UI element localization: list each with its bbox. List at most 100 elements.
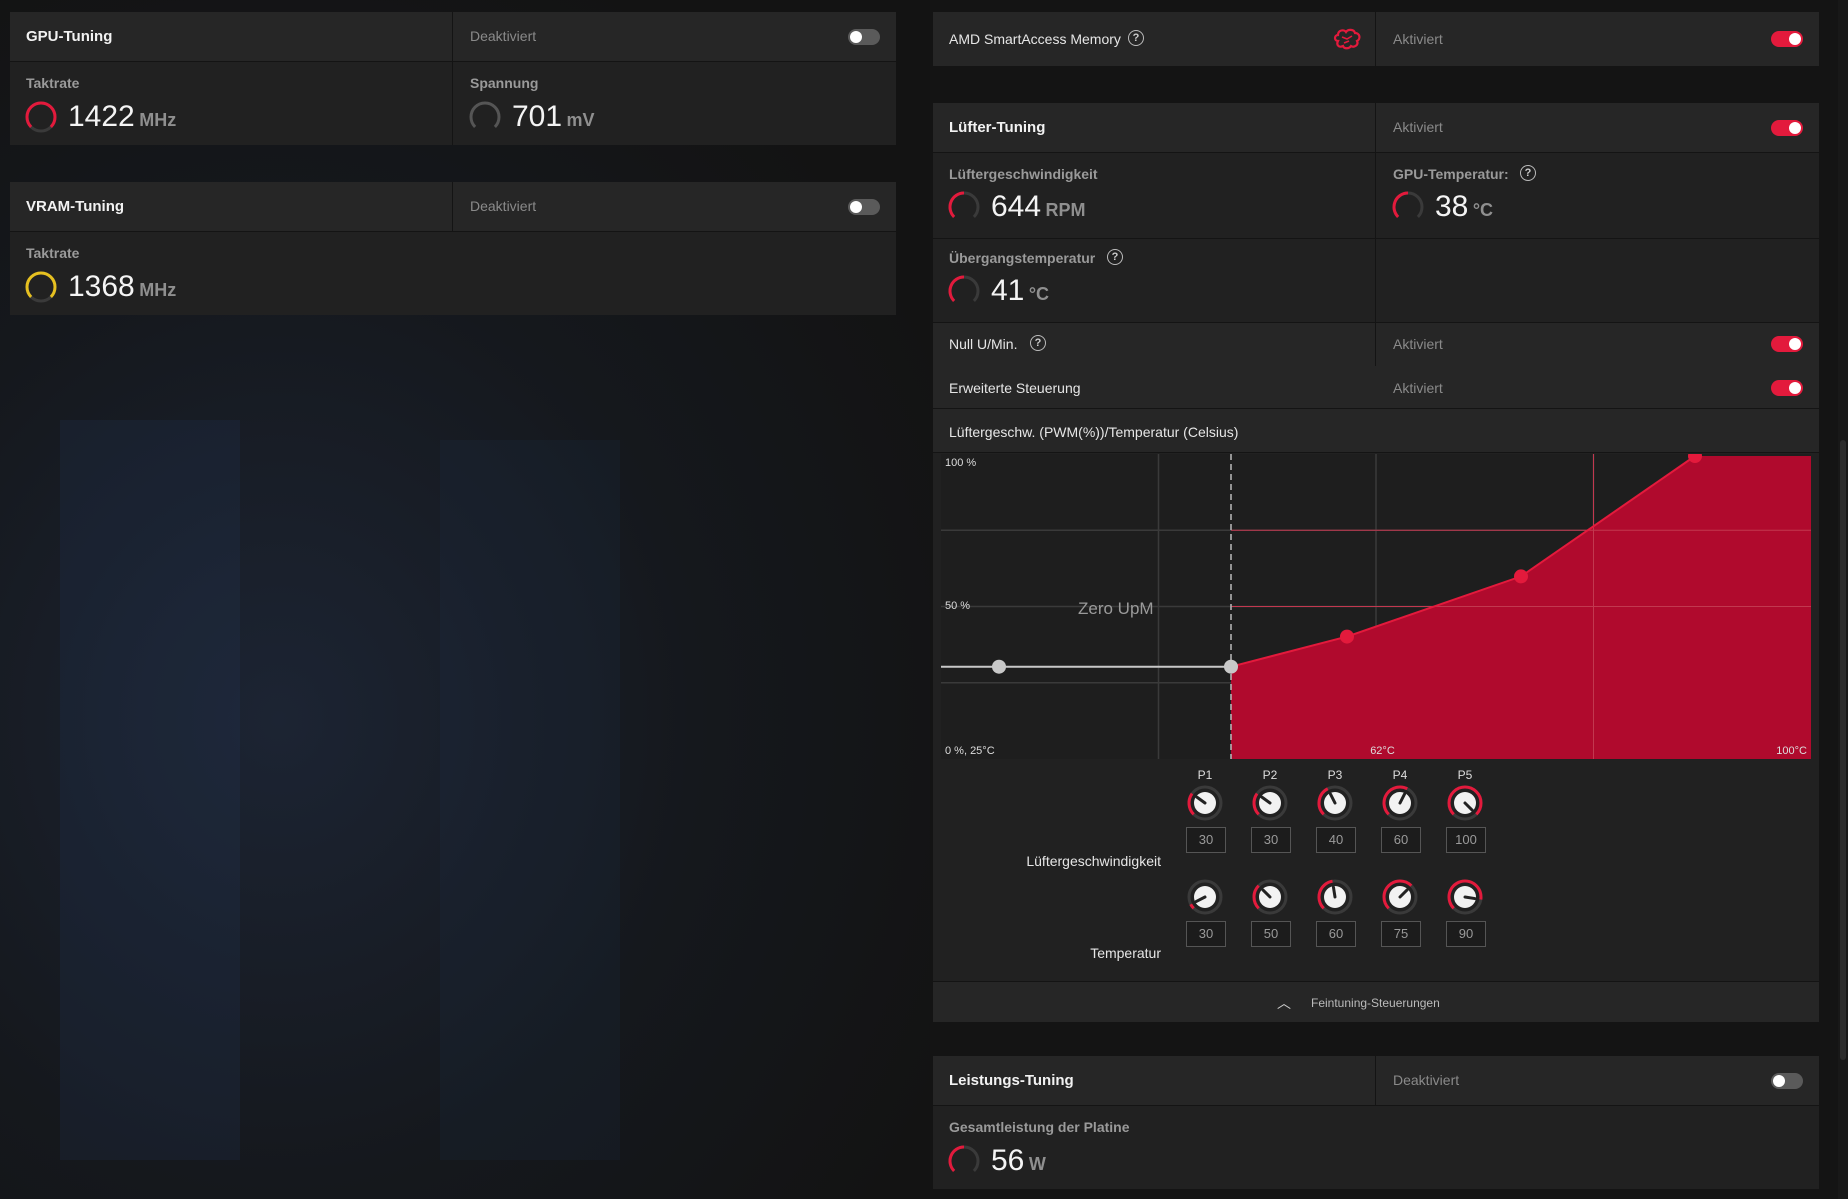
gpu-temperature-help-icon[interactable]: ? [1520, 165, 1536, 181]
scrollbar-track[interactable] [1838, 0, 1848, 1199]
power-tuning-toggle[interactable] [1771, 1073, 1803, 1089]
gpu-tuning-title: GPU-Tuning [26, 28, 113, 45]
temperature-knob-p2[interactable] [1250, 877, 1290, 917]
board-power-readout: 56 W [991, 1144, 1046, 1178]
zero-rpm-annotation: Zero UpM [1078, 599, 1154, 618]
temperature-input-p3[interactable]: 60 [1316, 921, 1356, 947]
smart-access-memory-title: AMD SmartAccess Memory [949, 31, 1121, 47]
gpu-clock-readout: 1422 MHz [68, 100, 176, 134]
gpu-temperature-value: 38 [1435, 190, 1469, 223]
fan-speed-input-p4[interactable]: 60 [1381, 827, 1421, 853]
fan-speed-input-p1[interactable]: 30 [1186, 827, 1226, 853]
board-power-unit: W [1028, 1154, 1046, 1174]
temperature-knob-p3[interactable] [1315, 877, 1355, 917]
scrollbar-thumb[interactable] [1840, 440, 1846, 1060]
board-power-value: 56 [991, 1144, 1025, 1177]
zero-rpm-help-icon[interactable]: ? [1030, 335, 1046, 351]
fan-speed-input-p3[interactable]: 40 [1316, 827, 1356, 853]
fan-curve-point-controls: Lüftergeschwindigkeit Temperatur P1 30 30 P… [933, 763, 1819, 969]
x-tick-label-62: 62°C [1370, 745, 1395, 757]
temperature-row-label: Temperatur [1090, 945, 1161, 961]
gpu-clock-value: 1422 [68, 100, 135, 133]
fan-tuning-toggle[interactable] [1771, 120, 1803, 136]
point-label-p3: P3 [1327, 768, 1343, 782]
fan-speed-knob-p2[interactable] [1250, 783, 1290, 823]
fan-curve-chart[interactable]: 100 % 50 % 0 %, 25°C 62°C 100°C Zero UpM [941, 454, 1811, 759]
y-tick-label-50: 50 % [945, 600, 970, 612]
fan-speed-row-label: Lüftergeschwindigkeit [1026, 853, 1161, 869]
gpu-temperature-unit: °C [1472, 200, 1494, 220]
chevron-up-icon[interactable]: ︿ [1277, 993, 1291, 1013]
zero-rpm-row [933, 322, 1819, 367]
power-tuning-panel: Leistungs-Tuning Deaktiviert Gesamtleist… [933, 1056, 1819, 1189]
advanced-control-toggle[interactable] [1771, 380, 1803, 396]
vram-clock-label: Taktrate [26, 245, 80, 261]
temperature-knob-p1[interactable] [1185, 877, 1225, 917]
point-label-p1: P1 [1197, 768, 1213, 782]
amd-brain-icon [1333, 28, 1361, 50]
temperature-input-p2[interactable]: 50 [1251, 921, 1291, 947]
gpu-temperature-gauge-icon [1392, 191, 1424, 218]
gpu-voltage-gauge-icon [469, 101, 501, 128]
fan-tuning-status: Aktiviert [1393, 119, 1443, 135]
temperature-input-p5[interactable]: 90 [1446, 921, 1486, 947]
fan-speed-input-p5[interactable]: 100 [1446, 827, 1486, 853]
fan-speed-input-p2[interactable]: 30 [1251, 827, 1291, 853]
junction-temperature-help-icon[interactable]: ? [1107, 249, 1123, 265]
vram-tuning-title: VRAM-Tuning [26, 198, 125, 215]
gpu-tuning-toggle[interactable] [848, 29, 880, 45]
fan-curve-point-p3[interactable] [1340, 629, 1354, 644]
gpu-clock-gauge-icon [25, 101, 57, 133]
gpu-voltage-unit: mV [566, 110, 595, 130]
fan-curve-point-p1[interactable] [992, 659, 1006, 674]
junction-temperature-unit: °C [1028, 284, 1050, 304]
zero-rpm-status: Aktiviert [1393, 336, 1443, 352]
gpu-tuning-panel: GPU-Tuning Deaktiviert Taktrate 1422 MHz… [10, 12, 896, 145]
gpu-tuning-status: Deaktiviert [470, 28, 537, 44]
background-decoration [440, 440, 620, 1160]
fan-curve-point-p2[interactable] [1224, 659, 1238, 674]
vram-clock-gauge-icon [25, 271, 57, 303]
fan-tuning-panel: Lüfter-Tuning Aktiviert Lüftergeschwindi… [933, 103, 1819, 1022]
smart-access-memory-panel: AMD SmartAccess Memory ? Aktiviert [933, 12, 1819, 66]
fan-tuning-title: Lüfter-Tuning [949, 119, 1046, 136]
vram-tuning-header [10, 182, 896, 232]
advanced-control-label: Erweiterte Steuerung [949, 380, 1081, 396]
smart-access-help-icon[interactable]: ? [1128, 30, 1144, 46]
fan-speed-knob-p5[interactable] [1445, 783, 1485, 823]
fan-speed-knob-p3[interactable] [1315, 783, 1355, 823]
temperature-input-p4[interactable]: 75 [1381, 921, 1421, 947]
smart-access-memory-status: Aktiviert [1393, 31, 1443, 47]
fan-curve-title: Lüftergeschw. (PWM(%))/Temperatur (Celsi… [949, 424, 1239, 440]
gpu-voltage-label: Spannung [470, 75, 539, 91]
vram-clock-readout: 1368 MHz [68, 270, 176, 304]
advanced-control-status: Aktiviert [1393, 380, 1443, 396]
gpu-voltage-readout: 701 mV [512, 100, 595, 134]
vram-tuning-toggle[interactable] [848, 199, 880, 215]
fan-speed-label: Lüftergeschwindigkeit [949, 166, 1098, 182]
fan-curve-point-p4[interactable] [1514, 569, 1528, 584]
temperature-input-p1[interactable]: 30 [1186, 921, 1226, 947]
zero-rpm-toggle[interactable] [1771, 336, 1803, 352]
gpu-clock-unit: MHz [139, 110, 177, 130]
junction-temperature-value: 41 [991, 274, 1025, 307]
vram-clock-value: 1368 [68, 270, 135, 303]
power-tuning-title: Leistungs-Tuning [949, 1072, 1074, 1089]
fine-tuning-label[interactable]: Feintuning-Steuerungen [1311, 996, 1440, 1010]
junction-temperature-gauge-icon [948, 275, 980, 302]
fan-speed-knob-p4[interactable] [1380, 783, 1420, 823]
gpu-clock-label: Taktrate [26, 75, 80, 91]
temperature-knob-p4[interactable] [1380, 877, 1420, 917]
junction-temperature-readout: 41 °C [991, 274, 1049, 308]
fan-speed-value: 644 [991, 190, 1042, 223]
vram-tuning-panel: VRAM-Tuning Deaktiviert Taktrate 1368 MH… [10, 182, 896, 315]
board-power-label: Gesamtleistung der Platine [949, 1119, 1130, 1135]
temperature-knob-p5[interactable] [1445, 877, 1485, 917]
point-label-p2: P2 [1262, 768, 1278, 782]
fan-speed-readout: 644 RPM [991, 190, 1086, 224]
point-label-p5: P5 [1457, 768, 1473, 782]
gpu-temperature-label: GPU-Temperatur: [1393, 166, 1509, 182]
smart-access-memory-toggle[interactable] [1771, 31, 1803, 47]
fan-speed-knob-p1[interactable] [1185, 783, 1225, 823]
point-label-p4: P4 [1392, 768, 1408, 782]
